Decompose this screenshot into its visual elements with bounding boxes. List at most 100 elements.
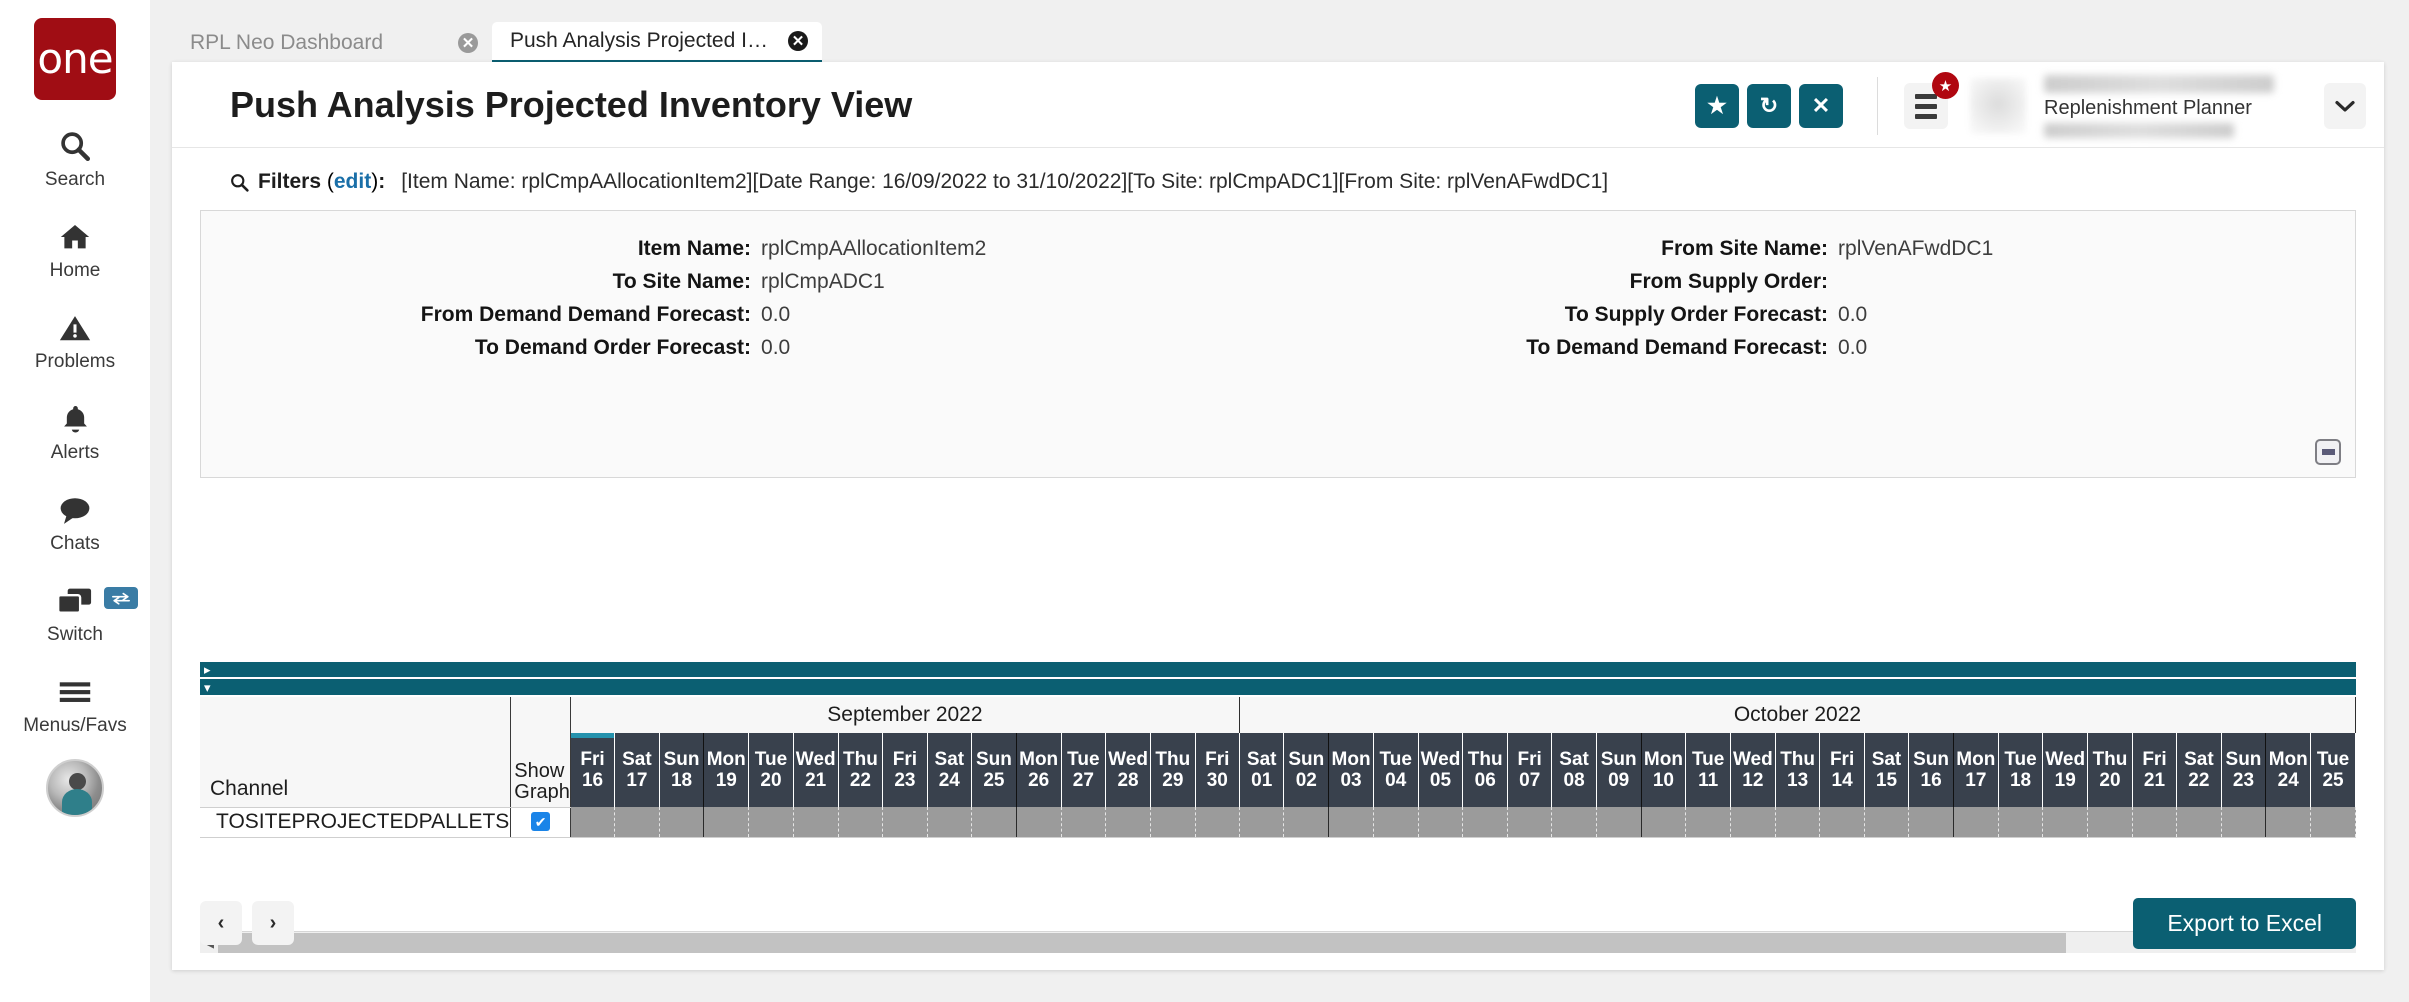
close-icon[interactable]: ✕ (788, 31, 808, 51)
day-column-header[interactable]: Mon 19 (703, 733, 750, 807)
sidebar-item-problems[interactable]: Problems (0, 308, 150, 373)
day-column-header[interactable]: Sat 08 (1551, 733, 1597, 807)
sidebar-item-menus-favs[interactable]: Menus/Favs (0, 672, 150, 737)
data-cell[interactable] (882, 807, 928, 838)
sidebar-item-home[interactable]: Home (0, 217, 150, 282)
day-column-header[interactable]: Wed 28 (1105, 733, 1151, 807)
brand-logo[interactable]: one (34, 18, 116, 100)
switch-toggle-badge[interactable] (104, 587, 138, 609)
day-column-header[interactable]: Fri 23 (882, 733, 928, 807)
data-cell[interactable] (1105, 807, 1151, 838)
user-avatar[interactable] (1970, 78, 2026, 134)
data-cell[interactable] (1640, 807, 1687, 838)
table-row[interactable]: TOSITEPROJECTEDPALLETS ✔ (200, 807, 2356, 838)
data-cell[interactable] (570, 807, 616, 838)
day-column-header[interactable]: Sun 25 (971, 733, 1017, 807)
data-cell[interactable] (971, 807, 1017, 838)
grid-collapse-bar-top[interactable]: ▸ (200, 662, 2356, 677)
day-column-header[interactable]: Sun 16 (1908, 733, 1954, 807)
day-column-header[interactable]: Fri 30 (1195, 733, 1240, 807)
data-cell[interactable] (1418, 807, 1464, 838)
favorite-button[interactable]: ★ (1695, 84, 1739, 128)
data-cell[interactable] (1239, 807, 1285, 838)
day-column-header[interactable]: Tue 25 (2310, 733, 2356, 807)
close-icon[interactable]: ✕ (458, 33, 478, 53)
day-column-header[interactable]: Thu 13 (1775, 733, 1821, 807)
day-column-header[interactable]: Thu 22 (838, 733, 884, 807)
data-cell[interactable] (927, 807, 973, 838)
data-cell[interactable] (793, 807, 839, 838)
sidebar-item-search[interactable]: Search (0, 126, 150, 191)
day-column-header[interactable]: Thu 20 (2087, 733, 2133, 807)
day-column-header[interactable]: Mon 26 (1015, 733, 1062, 807)
day-column-header[interactable]: Wed 19 (2042, 733, 2089, 807)
export-to-excel-button[interactable]: Export to Excel (2133, 897, 2356, 949)
sidebar-item-alerts[interactable]: Alerts (0, 399, 150, 464)
data-cell[interactable] (2265, 807, 2312, 838)
day-column-header[interactable]: Thu 29 (1150, 733, 1196, 807)
data-cell[interactable] (838, 807, 884, 838)
sidebar-item-chats[interactable]: Chats (0, 490, 150, 555)
data-cell[interactable] (614, 807, 660, 838)
day-column-header[interactable]: Mon 03 (1328, 733, 1374, 807)
data-cell[interactable] (1373, 807, 1419, 838)
close-view-button[interactable]: ✕ (1799, 84, 1843, 128)
data-cell[interactable] (1730, 807, 1776, 838)
data-cell[interactable] (1462, 807, 1509, 838)
filters-edit-link[interactable]: edit (334, 170, 371, 194)
data-cell[interactable] (1819, 807, 1865, 838)
data-cell[interactable] (2310, 807, 2356, 838)
day-column-header[interactable]: Fri 14 (1819, 733, 1865, 807)
day-column-header[interactable]: Tue 27 (1061, 733, 1107, 807)
data-cell[interactable] (1328, 807, 1374, 838)
day-column-header[interactable]: Sat 01 (1239, 733, 1285, 807)
data-cell[interactable] (659, 807, 705, 838)
day-column-header[interactable]: Wed 05 (1418, 733, 1464, 807)
data-cell[interactable] (2176, 807, 2222, 838)
tab-push-analysis-projected-inventory[interactable]: Push Analysis Projected Inventor... ✕ (492, 22, 822, 64)
data-cell[interactable] (1864, 807, 1910, 838)
chevron-down-icon[interactable] (2324, 83, 2366, 129)
menu-list-button[interactable]: ★ (1904, 72, 1959, 129)
data-cell[interactable] (1685, 807, 1731, 838)
data-cell[interactable] (2087, 807, 2133, 838)
refresh-button[interactable]: ↻ (1747, 84, 1791, 128)
data-cell[interactable] (1551, 807, 1597, 838)
day-column-header[interactable]: Mon 10 (1640, 733, 1687, 807)
day-column-header[interactable]: Tue 11 (1685, 733, 1731, 807)
data-cell[interactable] (1507, 807, 1553, 838)
data-cell[interactable] (1015, 807, 1062, 838)
column-header-channel[interactable]: Channel (200, 697, 512, 808)
data-cell[interactable] (2221, 807, 2267, 838)
grid-collapse-bar-second[interactable]: ▾ (200, 679, 2356, 695)
day-column-header[interactable]: Thu 06 (1462, 733, 1509, 807)
day-column-header[interactable]: Mon 24 (2265, 733, 2312, 807)
data-cell[interactable] (703, 807, 750, 838)
data-cell[interactable] (748, 807, 794, 838)
data-cell[interactable] (1775, 807, 1821, 838)
data-cell[interactable] (2042, 807, 2089, 838)
day-column-header[interactable]: Wed 12 (1730, 733, 1776, 807)
day-column-header[interactable]: Tue 04 (1373, 733, 1419, 807)
day-column-header[interactable]: Tue 18 (1998, 733, 2044, 807)
data-cell[interactable] (1952, 807, 1999, 838)
next-page-button[interactable]: › (252, 901, 294, 945)
day-column-header[interactable]: Fri 21 (2132, 733, 2178, 807)
tab-rpl-neo-dashboard[interactable]: RPL Neo Dashboard ✕ (172, 22, 492, 64)
collapse-panel-button[interactable] (2315, 439, 2341, 465)
day-column-header[interactable]: Sun 23 (2221, 733, 2267, 807)
day-column-header[interactable]: Wed 21 (793, 733, 839, 807)
day-column-header[interactable]: Sat 22 (2176, 733, 2222, 807)
day-column-header[interactable]: Sun 09 (1596, 733, 1642, 807)
day-column-header[interactable]: Sun 18 (659, 733, 705, 807)
column-header-show-graph[interactable]: Show Graph (510, 697, 571, 808)
data-cell[interactable] (1283, 807, 1330, 838)
show-graph-checkbox[interactable]: ✔ (531, 812, 551, 832)
day-column-header[interactable]: Sat 15 (1864, 733, 1910, 807)
sidebar-item-switch[interactable]: Switch (0, 581, 150, 646)
day-column-header[interactable]: Fri 16 (570, 733, 616, 807)
day-column-header[interactable]: Tue 20 (748, 733, 794, 807)
previous-page-button[interactable]: ‹ (200, 901, 242, 945)
day-column-header[interactable]: Sat 24 (927, 733, 973, 807)
day-column-header[interactable]: Sun 02 (1283, 733, 1330, 807)
